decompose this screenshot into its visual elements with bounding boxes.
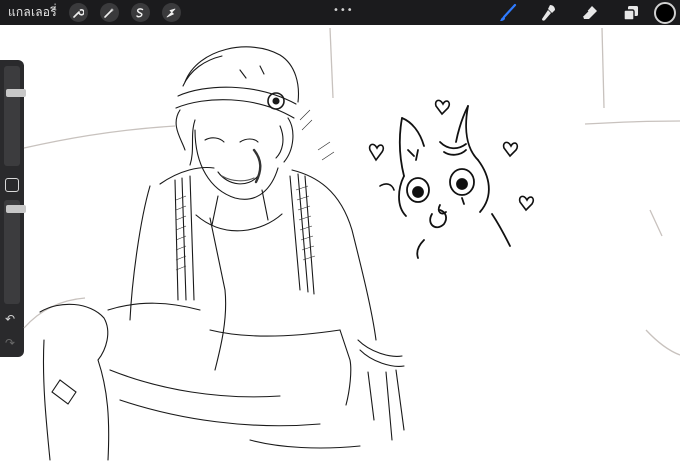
- eraser-icon[interactable]: [578, 2, 602, 24]
- gallery-button[interactable]: แกลเลอรี่: [8, 3, 57, 22]
- color-swatch[interactable]: [654, 1, 676, 24]
- grabber-handle[interactable]: •••: [333, 5, 354, 16]
- layers-icon[interactable]: [619, 2, 643, 24]
- right-tool-group: [496, 0, 680, 25]
- brush-icon[interactable]: [496, 2, 520, 24]
- selection-icon[interactable]: [130, 3, 150, 22]
- wrench-icon[interactable]: [68, 3, 88, 22]
- character-sketch: [39, 46, 405, 461]
- drawing-canvas[interactable]: [0, 25, 680, 472]
- cat-doodle: [398, 105, 511, 259]
- top-toolbar: แกลเลอรี่ •••: [0, 0, 680, 25]
- transform-arrow-icon[interactable]: [161, 3, 181, 22]
- smudge-icon[interactable]: [537, 2, 561, 24]
- magic-wand-icon[interactable]: [99, 3, 119, 22]
